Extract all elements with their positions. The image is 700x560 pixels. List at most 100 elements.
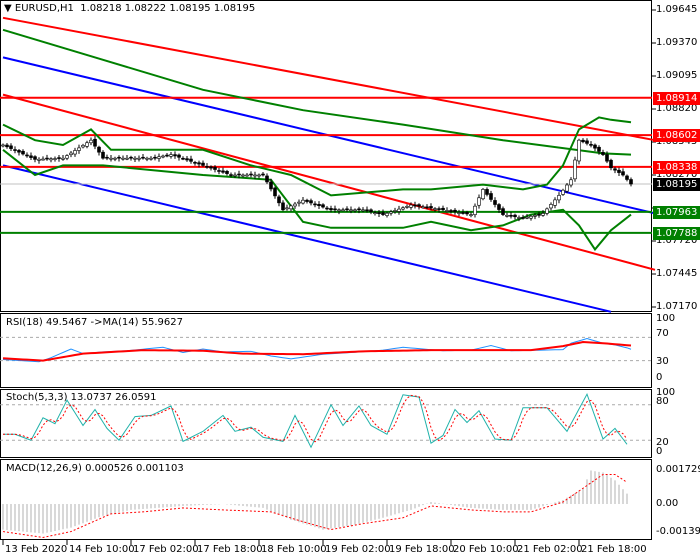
price-axis-label: 1.07445 [656,268,698,279]
candle-body [429,206,433,209]
candle-body [33,156,37,160]
candle-body [297,201,301,204]
candle-body [157,156,161,159]
candle-body [529,215,533,219]
candle-body [45,157,49,160]
candle-body [477,197,481,206]
candle-body [269,181,273,190]
candle-body [121,157,125,160]
candle-body [485,189,489,195]
candle-body [405,206,409,208]
candle-body [237,173,241,176]
candle-body [209,166,213,169]
candle-body [377,212,381,214]
candle-body [205,166,209,168]
chart-header: ▼ EURUSD,H1 1.08218 1.08222 1.08195 1.08… [4,3,255,14]
candle-body [537,214,541,216]
candle-body [613,168,617,171]
rsi-axis-label: 70 [656,328,669,339]
trading-chart[interactable]: ▼ EURUSD,H1 1.08218 1.08222 1.08195 1.08… [0,0,700,560]
candle-body [241,174,245,177]
candle-body [337,209,341,212]
candle-body [573,159,577,180]
candle-body [381,212,385,215]
candle-body [181,157,185,160]
candle-body [621,171,625,176]
candle-body [389,211,393,214]
candle-body [113,157,117,160]
candle-body [213,166,217,170]
candle-body [605,154,609,162]
candle-body [329,208,333,211]
candle-body [553,199,557,206]
candle-body [609,159,613,169]
candle-body [561,189,565,195]
candle-body [325,207,329,210]
candle-body [217,170,221,172]
candle-body [437,208,441,210]
candle-body [53,158,57,160]
candle-body [517,217,521,219]
rsi-title: RSI(18) 49.5467 ->MA(14) 55.9627 [6,317,183,328]
price-tag: 1.07963 [653,205,700,219]
ohlc-values: 1.08218 1.08222 1.08195 1.08195 [80,3,256,14]
candle-body [189,158,193,162]
rsi-axis-label: 30 [656,356,669,367]
rsi-axis-label: 100 [656,313,676,324]
candle-body [341,209,345,212]
candle-body [201,162,205,166]
price-tag: 1.08914 [653,91,700,105]
candle-body [165,154,169,157]
time-axis-label: 18 Feb 10:00 [261,544,327,555]
chart-canvas[interactable] [0,0,700,560]
candle-body [265,175,269,183]
candle-body [225,170,229,174]
candle-body [397,208,401,212]
candle-body [129,156,133,159]
time-axis-label: 13 Feb 2020 [5,544,68,555]
candle-body [413,204,417,207]
candle-body [305,199,309,202]
candle-body [617,169,621,173]
candle-body [81,145,85,148]
candle-body [373,212,377,214]
candle-body [109,157,113,160]
candle-body [585,140,589,144]
candle-body [137,157,141,160]
main-panel-frame [0,0,652,312]
candle-body [85,142,89,147]
triangle-down-icon: ▼ [4,3,15,14]
candle-body [173,154,177,157]
candle-body [353,209,357,212]
candle-body [161,155,165,158]
macd-axis-label: -0.001399 [656,526,700,537]
time-axis-label: 14 Feb 10:00 [69,544,135,555]
candle-body [93,138,97,147]
stoch-title: Stoch(5,3,3) 13.0737 26.0591 [6,392,157,403]
candle-body [521,217,525,219]
candle-body [281,202,285,211]
candle-body [577,139,581,162]
candle-body [285,207,289,210]
candle-body [153,156,157,159]
candle-body [169,154,173,157]
candle-body [89,139,93,144]
candle-body [549,204,553,209]
candle-body [581,139,585,143]
candle-body [513,214,517,218]
candle-body [453,209,457,213]
candle-body [589,144,593,146]
candle-body [321,204,325,208]
candle-body [5,144,9,148]
candle-body [21,150,25,155]
candle-body [545,208,549,214]
trendline [2,164,612,313]
candle-body [49,158,53,161]
candle-body [457,212,461,214]
candle-body [541,213,545,216]
candle-body [117,156,121,159]
candle-body [9,145,13,149]
time-axis-label: 20 Feb 10:00 [453,544,519,555]
candle-body [1,144,5,147]
candle-body [41,158,45,161]
